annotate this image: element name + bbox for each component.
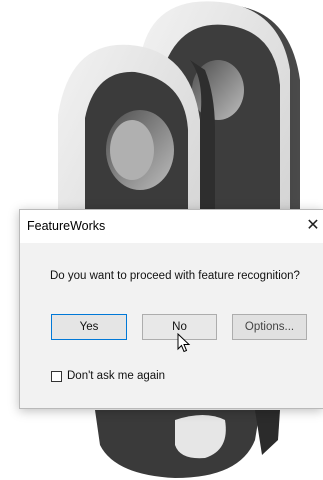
dialog-title: FeatureWorks [27, 219, 106, 233]
dont-ask-again-checkbox[interactable] [51, 371, 62, 382]
featureworks-dialog: FeatureWorks ✕ Do you want to proceed wi… [19, 209, 323, 409]
dialog-message: Do you want to proceed with feature reco… [50, 270, 300, 282]
close-icon[interactable]: ✕ [302, 214, 323, 238]
dialog-titlebar[interactable]: FeatureWorks ✕ [20, 210, 323, 243]
dont-ask-again-label[interactable]: Don't ask me again [67, 370, 165, 382]
options-button[interactable]: Options... [232, 314, 307, 340]
yes-button[interactable]: Yes [51, 314, 127, 340]
arrow-pointer-icon [177, 333, 191, 353]
